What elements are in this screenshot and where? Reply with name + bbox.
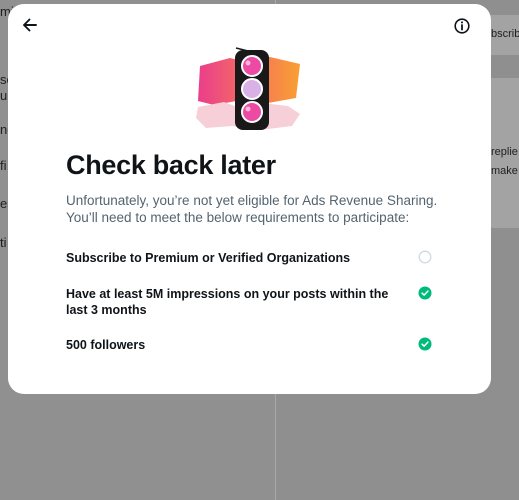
check-circle-icon xyxy=(418,337,432,351)
eligibility-modal: Check back later Unfortunately, you’re n… xyxy=(8,4,491,394)
requirement-row: Have at least 5M impressions on your pos… xyxy=(66,286,476,318)
modal-description: Unfortunately, you’re not yet eligible f… xyxy=(66,193,438,225)
background-text-fragment: replie xyxy=(491,146,518,158)
requirement-label: 500 followers xyxy=(66,338,146,352)
requirement-label: Subscribe to Premium or Verified Organiz… xyxy=(66,251,351,265)
info-icon xyxy=(454,18,470,34)
background-nav-fragment: ti xyxy=(0,235,7,250)
background-nav-fragment: fi xyxy=(0,158,7,173)
background-text-fragment: make xyxy=(491,165,518,177)
arrow-left-icon xyxy=(23,18,37,32)
check-circle-icon xyxy=(418,286,432,300)
background-text-fragment: bscribe xyxy=(491,28,519,40)
back-button[interactable] xyxy=(20,15,40,35)
empty-circle-icon xyxy=(418,250,432,264)
traffic-light-illustration xyxy=(196,47,300,130)
requirement-row: 500 followers xyxy=(66,337,476,353)
requirement-label: Have at least 5M impressions on your pos… xyxy=(66,287,389,317)
requirement-row: Subscribe to Premium or Verified Organiz… xyxy=(66,250,476,266)
modal-title: Check back later xyxy=(66,150,276,180)
info-button[interactable] xyxy=(452,16,472,36)
